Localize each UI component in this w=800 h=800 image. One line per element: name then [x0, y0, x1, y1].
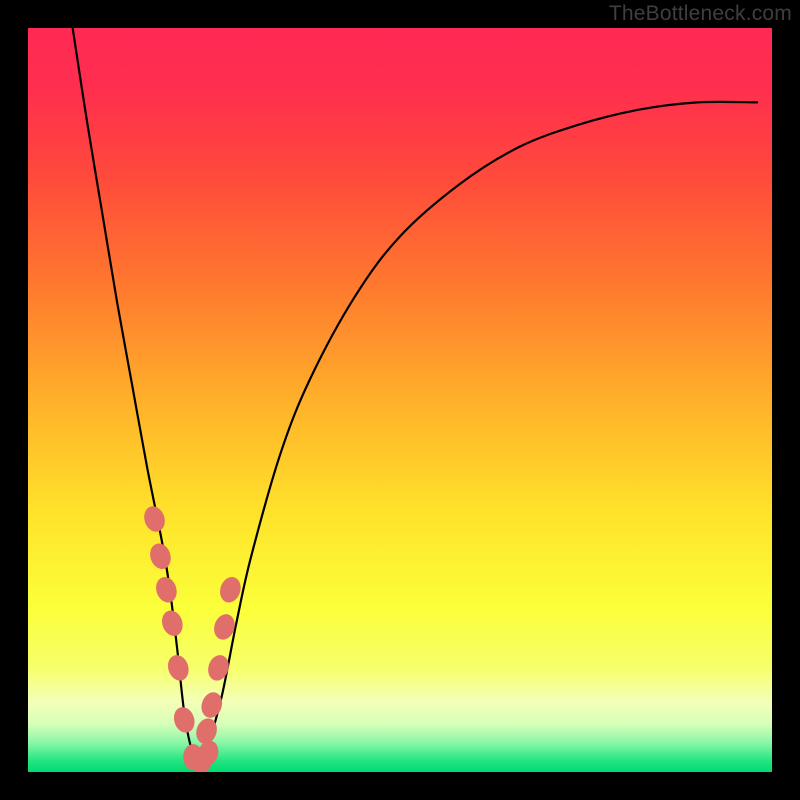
marker-point — [153, 574, 180, 605]
marker-point — [205, 652, 232, 683]
highlighted-points — [141, 504, 244, 772]
marker-point — [147, 541, 174, 572]
marker-point — [165, 652, 192, 683]
marker-point — [217, 574, 244, 605]
marker-point — [159, 608, 186, 639]
watermark-text: TheBottleneck.com — [609, 2, 792, 26]
marker-point — [171, 704, 198, 735]
plot-area — [28, 28, 772, 772]
chart-frame: TheBottleneck.com — [0, 0, 800, 800]
marker-point — [141, 504, 168, 535]
bottleneck-curve — [73, 28, 757, 765]
curve-layer — [28, 28, 772, 772]
